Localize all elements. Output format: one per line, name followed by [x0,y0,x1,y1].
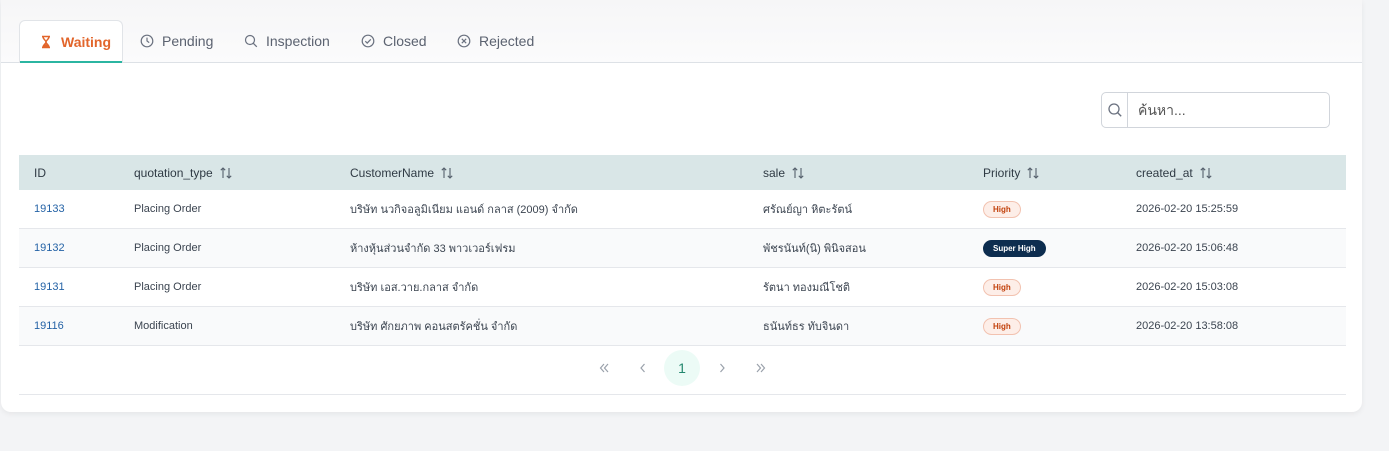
column-header-id: ID [34,165,46,180]
chevron-right-icon [716,362,728,374]
x-circle-icon [457,34,471,48]
row-quotation-type: Placing Order [134,242,202,254]
row-sale: ศรัณย์ญา หิตะรัตน์ [763,204,853,216]
row-customer-name: บริษัท เอส.วาย.กลาส จำกัด [350,282,479,294]
row-customer-name: บริษัท นวกิจอลูมิเนียม แอนด์ กลาส (2009)… [350,204,578,216]
search-input[interactable] [1128,93,1329,127]
sort-icon[interactable] [1199,166,1213,180]
row-quotation-type: Placing Order [134,281,202,293]
check-circle-icon [361,34,375,48]
row-id-link[interactable]: 19131 [34,268,65,306]
row-quotation-type: Modification [134,320,193,332]
search-icon[interactable] [1102,93,1128,127]
table-row[interactable]: 19132 Placing Order ห้างหุ้นส่วนจำกัด 33… [19,229,1346,268]
row-quotation-type: Placing Order [134,203,202,215]
quotation-table: ID quotation_type CustomerName sale Prio… [19,155,1346,346]
sort-icon[interactable] [791,166,805,180]
column-header-priority[interactable]: Priority [983,166,1040,180]
table-row[interactable]: 19131 Placing Order บริษัท เอส.วาย.กลาส … [19,268,1346,307]
sort-icon[interactable] [1026,166,1040,180]
row-created-at: 2026-02-20 15:25:59 [1136,203,1239,215]
tab-inspection[interactable]: Inspection [244,20,330,62]
tab-label: Pending [162,33,214,49]
sort-icon[interactable] [219,166,233,180]
chevron-left-icon [637,362,649,374]
next-page-button[interactable] [704,350,740,386]
search-box [1101,92,1330,128]
double-chevron-left-icon [598,362,610,374]
clock-icon [140,34,154,48]
column-header-created-at[interactable]: created_at [1136,166,1213,180]
tab-label: Waiting [61,33,112,50]
priority-badge: High [983,278,1021,296]
page-button-current[interactable]: 1 [664,350,700,386]
status-tabs: Waiting Pending Inspection Closed Reject… [1,0,1362,63]
tab-closed[interactable]: Closed [361,20,427,62]
column-header-customer-name[interactable]: CustomerName [350,166,454,180]
tab-waiting[interactable]: Waiting [19,20,123,63]
tab-label: Rejected [479,33,535,49]
row-created-at: 2026-02-20 13:58:08 [1136,320,1239,332]
row-id-link[interactable]: 19132 [34,229,65,267]
row-created-at: 2026-02-20 15:03:08 [1136,281,1239,293]
first-page-button[interactable] [586,350,622,386]
row-sale: รัตนา ทองมณีโชติ [763,282,851,294]
row-created-at: 2026-02-20 15:06:48 [1136,242,1239,254]
priority-badge: High [983,200,1021,218]
table-body: 19133 Placing Order บริษัท นวกิจอลูมิเนี… [19,190,1346,346]
row-sale: ธนันท์ธร ทับจินดา [763,321,850,333]
row-id-link[interactable]: 19116 [34,307,64,345]
column-header-quotation-type[interactable]: quotation_type [134,166,233,180]
last-page-button[interactable] [743,350,779,386]
table-header: ID quotation_type CustomerName sale Prio… [19,155,1346,190]
tab-pending[interactable]: Pending [140,20,213,62]
search-icon [244,34,258,48]
tab-label: Inspection [266,33,330,49]
row-customer-name: บริษัท ศักยภาพ คอนสตรัคชั่น จำกัด [350,321,518,333]
column-header-sale[interactable]: sale [763,166,805,180]
double-chevron-right-icon [755,362,767,374]
table-row[interactable]: 19116 Modification บริษัท ศักยภาพ คอนสตร… [19,307,1346,346]
priority-badge: Super High [983,239,1046,257]
sort-icon[interactable] [440,166,454,180]
hourglass-icon [39,35,53,49]
priority-badge: High [983,317,1021,335]
previous-page-button[interactable] [625,350,661,386]
tab-label: Closed [383,33,427,49]
row-id-link[interactable]: 19133 [34,190,65,228]
pagination: 1 [19,344,1346,395]
quotation-panel: Waiting Pending Inspection Closed Reject… [1,0,1362,412]
row-sale: พัชรนันท์(นิ) พินิจสอน [763,243,866,255]
row-customer-name: ห้างหุ้นส่วนจำกัด 33 พาวเวอร์เฟรม [350,243,516,255]
tab-rejected[interactable]: Rejected [457,20,534,62]
table-row[interactable]: 19133 Placing Order บริษัท นวกิจอลูมิเนี… [19,190,1346,229]
